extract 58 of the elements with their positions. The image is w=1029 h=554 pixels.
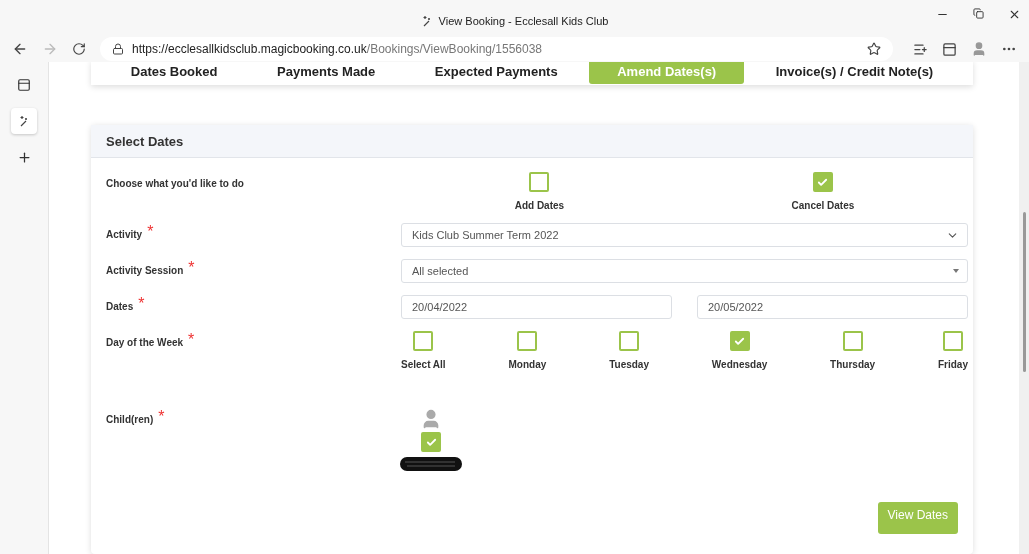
option-label: Select All <box>401 359 446 370</box>
option-label: Wednesday <box>711 359 768 370</box>
checkbox[interactable] <box>842 331 863 351</box>
field-label: Activity <box>106 228 143 241</box>
field-label: Dates <box>106 300 134 313</box>
field-label: Activity Session <box>106 264 184 277</box>
date-field[interactable]: 20/05/2022 <box>697 295 968 319</box>
star-icon[interactable] <box>867 42 881 56</box>
sparkle-icon[interactable] <box>18 115 30 127</box>
checkbox[interactable] <box>413 331 434 351</box>
check-icon <box>425 436 437 448</box>
checkbox[interactable] <box>812 172 833 192</box>
option-label: Friday <box>938 359 968 370</box>
scrollbar-thumb[interactable] <box>1022 212 1026 372</box>
redaction-drawing <box>399 454 463 474</box>
add-icon[interactable] <box>16 149 32 165</box>
avatar-icon[interactable] <box>971 41 987 57</box>
tab[interactable]: Payments Made <box>249 62 404 84</box>
required-mark: * <box>158 408 165 426</box>
tab[interactable]: Invoice(s) / Credit Note(s) <box>747 62 962 84</box>
checkbox[interactable] <box>421 432 441 452</box>
tab[interactable]: Dates Booked <box>102 62 246 84</box>
check-icon <box>734 335 746 347</box>
card-title: Select Dates <box>91 125 973 158</box>
required-mark: * <box>138 295 145 313</box>
collections-icon[interactable] <box>942 41 957 57</box>
option-label: Thursday <box>830 359 876 370</box>
option-label: Cancel Dates <box>791 200 855 211</box>
required-mark: * <box>188 331 195 349</box>
checkbox[interactable] <box>943 331 963 351</box>
favorites-icon[interactable] <box>913 41 928 57</box>
option-label: Tuesday <box>609 359 649 370</box>
tab-actions-icon[interactable] <box>17 78 31 92</box>
field-label: Day of the Week <box>106 336 184 349</box>
activity-select[interactable]: Kids Club Summer Term 2022 <box>401 223 968 247</box>
check-icon <box>817 176 829 188</box>
close-icon[interactable] <box>1008 8 1021 21</box>
field-label: Child(ren) <box>106 413 154 426</box>
lock-icon <box>112 43 124 55</box>
checkbox[interactable] <box>517 331 538 351</box>
date-field[interactable]: 20/04/2022 <box>401 295 672 319</box>
restore-icon[interactable] <box>973 8 984 19</box>
option-label: Monday <box>508 359 547 370</box>
address-bar[interactable]: https://ecclesallkidsclub.magicbooking.co.uk/Bookings/ViewBooking/1556038 <box>100 37 893 61</box>
caret-icon <box>953 269 959 273</box>
tab[interactable]: Expected Payments <box>406 62 586 84</box>
url-text: https://ecclesallkidsclub.magicbooking.co.uk/Bookings/ViewBooking/1556038 <box>132 42 544 56</box>
refresh-icon[interactable] <box>72 42 86 56</box>
checkbox[interactable] <box>529 172 550 192</box>
checkbox[interactable] <box>729 331 750 351</box>
option-label: Add Dates <box>514 200 565 211</box>
window-title: View Booking - Ecclesall Kids Club <box>438 15 609 27</box>
required-mark: * <box>147 223 154 241</box>
checkbox[interactable] <box>619 331 640 351</box>
field-label: Choose what you'd like to do <box>106 177 245 189</box>
back-icon[interactable] <box>12 41 28 57</box>
session-select[interactable]: All selected <box>401 259 968 283</box>
required-mark: * <box>188 259 195 277</box>
